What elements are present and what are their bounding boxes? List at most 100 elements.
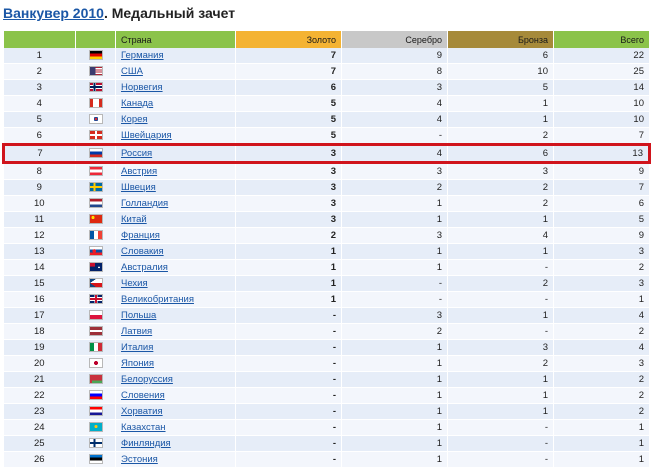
bronze-count: 3 — [447, 162, 554, 180]
country-cell: Норвегия — [115, 79, 236, 96]
gold-count: 1 — [235, 275, 342, 292]
total-count: 7 — [553, 127, 650, 145]
country-link[interactable]: Китай — [121, 214, 147, 225]
country-link[interactable]: Хорватия — [121, 406, 163, 417]
silver-count: 2 — [341, 179, 448, 196]
country-link[interactable]: Чехия — [121, 278, 148, 289]
silver-count: 3 — [341, 162, 448, 180]
gold-count: 3 — [235, 162, 342, 180]
gold-count: 3 — [235, 179, 342, 196]
gold-count: - — [235, 371, 342, 388]
silver-count: - — [341, 291, 448, 308]
total-count: 5 — [553, 211, 650, 228]
gold-count: - — [235, 307, 342, 324]
rank-cell: 6 — [3, 127, 76, 145]
total-count: 25 — [553, 63, 650, 80]
header-gold: Золото — [235, 31, 342, 48]
flag-cell — [75, 371, 116, 388]
table-row: 24 Казахстан -1-1 — [3, 419, 650, 436]
country-link[interactable]: Россия — [121, 148, 152, 159]
table-row: 1 Германия 7 9 6 22 — [3, 48, 650, 64]
country-link[interactable]: Латвия — [121, 326, 152, 337]
table-row: 23 Хорватия -1 1 2 — [3, 403, 650, 420]
flag-cell — [75, 323, 116, 340]
table-row: 15 Чехия 1-2 3 — [3, 275, 650, 292]
total-count: 2 — [553, 323, 650, 340]
bronze-count: 4 — [447, 227, 554, 244]
country-link[interactable]: США — [121, 66, 143, 77]
table-row: 20 Япония -1 2 3 — [3, 355, 650, 372]
medal-table: Страна Золото Серебро Бронза Всего 1 Герм… — [2, 31, 651, 468]
country-link[interactable]: Германия — [121, 50, 164, 61]
silver-count: 1 — [341, 243, 448, 260]
country-link[interactable]: Польша — [121, 310, 156, 321]
country-link[interactable]: Великобритания — [121, 294, 194, 305]
country-cell: Франция — [115, 227, 236, 244]
total-count: 10 — [553, 95, 650, 112]
flag-poland-icon — [88, 310, 103, 321]
silver-count: 4 — [341, 95, 448, 112]
flag-kazakhstan-icon — [88, 422, 103, 433]
rank-cell: 12 — [3, 227, 76, 244]
country-link[interactable]: Япония — [121, 358, 154, 369]
country-link[interactable]: Эстония — [121, 454, 158, 465]
rank-cell: 14 — [3, 259, 76, 276]
flag-uk-icon — [88, 294, 103, 305]
gold-count: 5 — [235, 95, 342, 112]
country-cell: Словакия — [115, 243, 236, 260]
country-cell: Хорватия — [115, 403, 236, 420]
total-count: 1 — [553, 291, 650, 308]
country-link[interactable]: Финляндия — [121, 438, 171, 449]
flag-belarus-icon — [88, 374, 103, 385]
bronze-count: 2 — [447, 355, 554, 372]
bronze-count: 2 — [447, 195, 554, 212]
header-silver: Серебро — [341, 31, 448, 48]
table-row: 12 Франция 2 3 4 9 — [3, 227, 650, 244]
rank-cell: 23 — [3, 403, 76, 420]
header-country: Страна — [115, 31, 236, 48]
gold-count: 3 — [235, 195, 342, 212]
country-link[interactable]: Голландия — [121, 198, 168, 209]
country-link[interactable]: Белоруссия — [121, 374, 173, 385]
table-row: 2 США 7 8 10 25 — [3, 63, 650, 80]
country-link[interactable]: Казахстан — [121, 422, 166, 433]
country-link[interactable]: Франция — [121, 230, 160, 241]
silver-count: 3 — [341, 227, 448, 244]
country-link[interactable]: Швейцария — [121, 130, 172, 141]
table-header-row: Страна Золото Серебро Бронза Всего — [3, 31, 650, 48]
flag-cell — [75, 179, 116, 196]
total-count: 6 — [553, 195, 650, 212]
vancouver-2010-link[interactable]: Ванкувер 2010 — [3, 5, 104, 21]
gold-count: 5 — [235, 127, 342, 145]
total-count: 2 — [553, 259, 650, 276]
bronze-count: - — [447, 291, 554, 308]
country-link[interactable]: Швеция — [121, 182, 156, 193]
flag-cell — [75, 162, 116, 180]
country-link[interactable]: Словакия — [121, 246, 164, 257]
silver-count: 1 — [341, 403, 448, 420]
country-link[interactable]: Словения — [121, 390, 165, 401]
country-link[interactable]: Канада — [121, 98, 153, 109]
gold-count: - — [235, 403, 342, 420]
country-link[interactable]: Италия — [121, 342, 153, 353]
table-row: 13 Словакия 1 1 1 3 — [3, 243, 650, 260]
country-link[interactable]: Австралия — [121, 262, 168, 273]
country-cell: Белоруссия — [115, 371, 236, 388]
table-row: 16 Великобритания 1- -1 — [3, 291, 650, 308]
country-link[interactable]: Корея — [121, 114, 148, 125]
table-row: 21 Белоруссия -1 1 2 — [3, 371, 650, 388]
medal-table-body: 1 Германия 7 9 6 22 2 США 7 8 10 25 3 Норвегия 6 3 5 14 4 К… — [2, 48, 651, 468]
table-row: 4 Канада 5 4 1 10 — [3, 95, 650, 112]
bronze-count: - — [447, 419, 554, 436]
country-cell: Канада — [115, 95, 236, 112]
country-link[interactable]: Норвегия — [121, 82, 163, 93]
gold-count: 7 — [235, 48, 342, 64]
silver-count: 2 — [341, 323, 448, 340]
table-row: 18 Латвия -2-2 — [3, 323, 650, 340]
flag-cell — [75, 435, 116, 452]
table-row: 8 Австрия 3 3 3 9 — [3, 162, 650, 180]
country-cell: Австралия — [115, 259, 236, 276]
country-cell: Италия — [115, 339, 236, 356]
country-link[interactable]: Австрия — [121, 166, 157, 177]
silver-count: 9 — [341, 48, 448, 64]
